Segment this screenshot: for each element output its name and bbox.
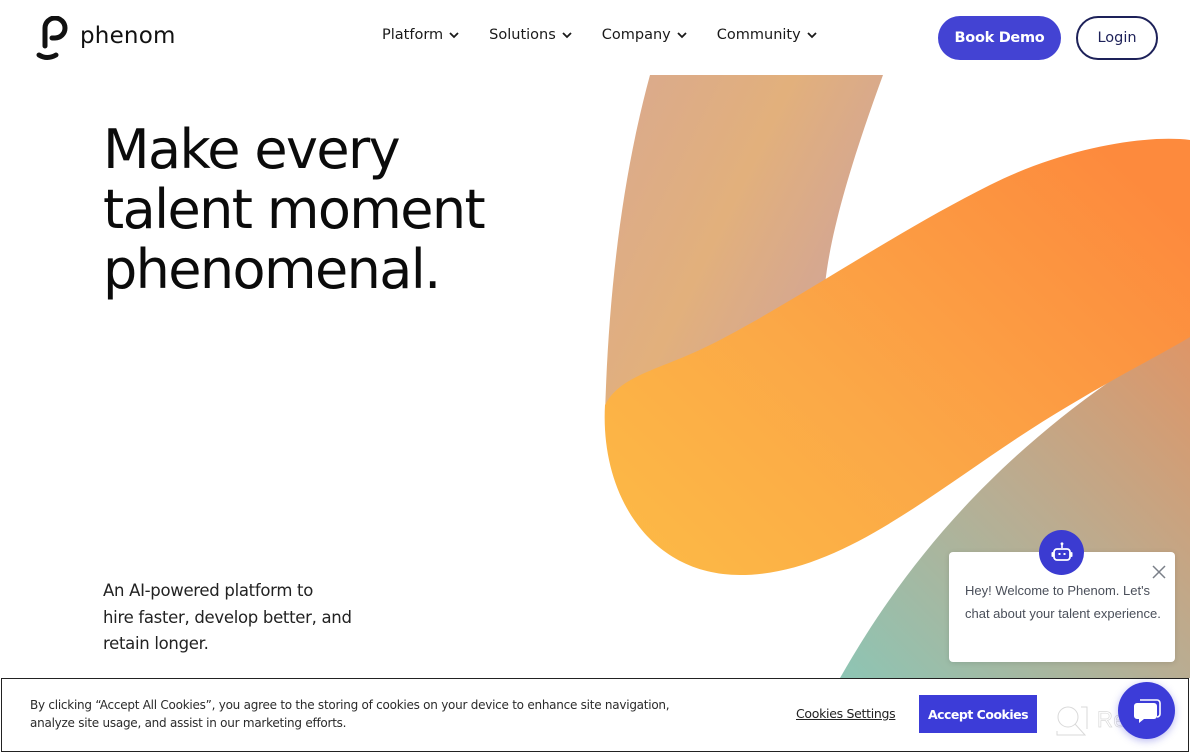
login-button[interactable]: Login [1076,16,1158,60]
chat-launcher-button[interactable] [1118,682,1175,739]
brand-name: phenom [80,23,176,49]
nav-platform[interactable]: Platform [382,27,459,43]
hero-subtitle-line: hire faster, develop better, and [103,607,352,627]
chevron-down-icon [562,32,572,39]
main-nav: Platform Solutions Company Community [382,27,847,43]
chevron-down-icon [807,32,817,39]
phenom-logo-icon [36,16,68,60]
cookie-consent-banner: By clicking “Accept All Cookies”, you ag… [1,678,1189,752]
accept-cookies-button[interactable]: Accept Cookies [919,695,1037,733]
hero-subtitle: An AI-powered platform to hire faster, d… [103,578,373,658]
phenom-logo[interactable]: phenom [36,16,176,62]
chatbot-avatar [1039,530,1084,575]
cookie-message-line: analyze site usage, and assist in our ma… [30,716,347,730]
book-demo-button[interactable]: Book Demo [938,16,1061,60]
hero-subtitle-line: An AI-powered platform to [103,581,314,600]
chevron-down-icon [677,32,687,39]
chevron-down-icon [449,32,459,39]
robot-icon [1051,541,1072,561]
nav-community[interactable]: Community [717,27,817,43]
cookie-message: By clicking “Accept All Cookies”, you ag… [30,696,670,732]
nav-solutions[interactable]: Solutions [489,27,572,43]
hero-title-line: talent moment [103,178,486,241]
hero-title-line: phenomenal. [103,238,441,301]
revain-logo-icon [1056,706,1088,736]
cookie-message-line: By clicking “Accept All Cookies”, you ag… [30,698,670,712]
nav-label: Company [601,27,671,43]
nav-label: Platform [382,27,444,43]
close-icon[interactable] [1151,564,1167,580]
nav-company[interactable]: Company [602,27,687,43]
chat-bubble-icon [1133,698,1161,723]
hero-title: Make every talent moment phenomenal. [103,118,486,301]
nav-label: Solutions [489,27,556,43]
site-header: phenom Platform Solutions Company Commun… [0,0,1190,75]
nav-label: Community [716,27,801,43]
chat-message: Hey! Welcome to Phenom. Let's chat about… [965,583,1161,621]
cookies-settings-link[interactable]: Cookies Settings [796,706,896,721]
hero-subtitle-line: retain longer. [103,634,209,653]
hero-title-line: Make every [103,118,401,181]
